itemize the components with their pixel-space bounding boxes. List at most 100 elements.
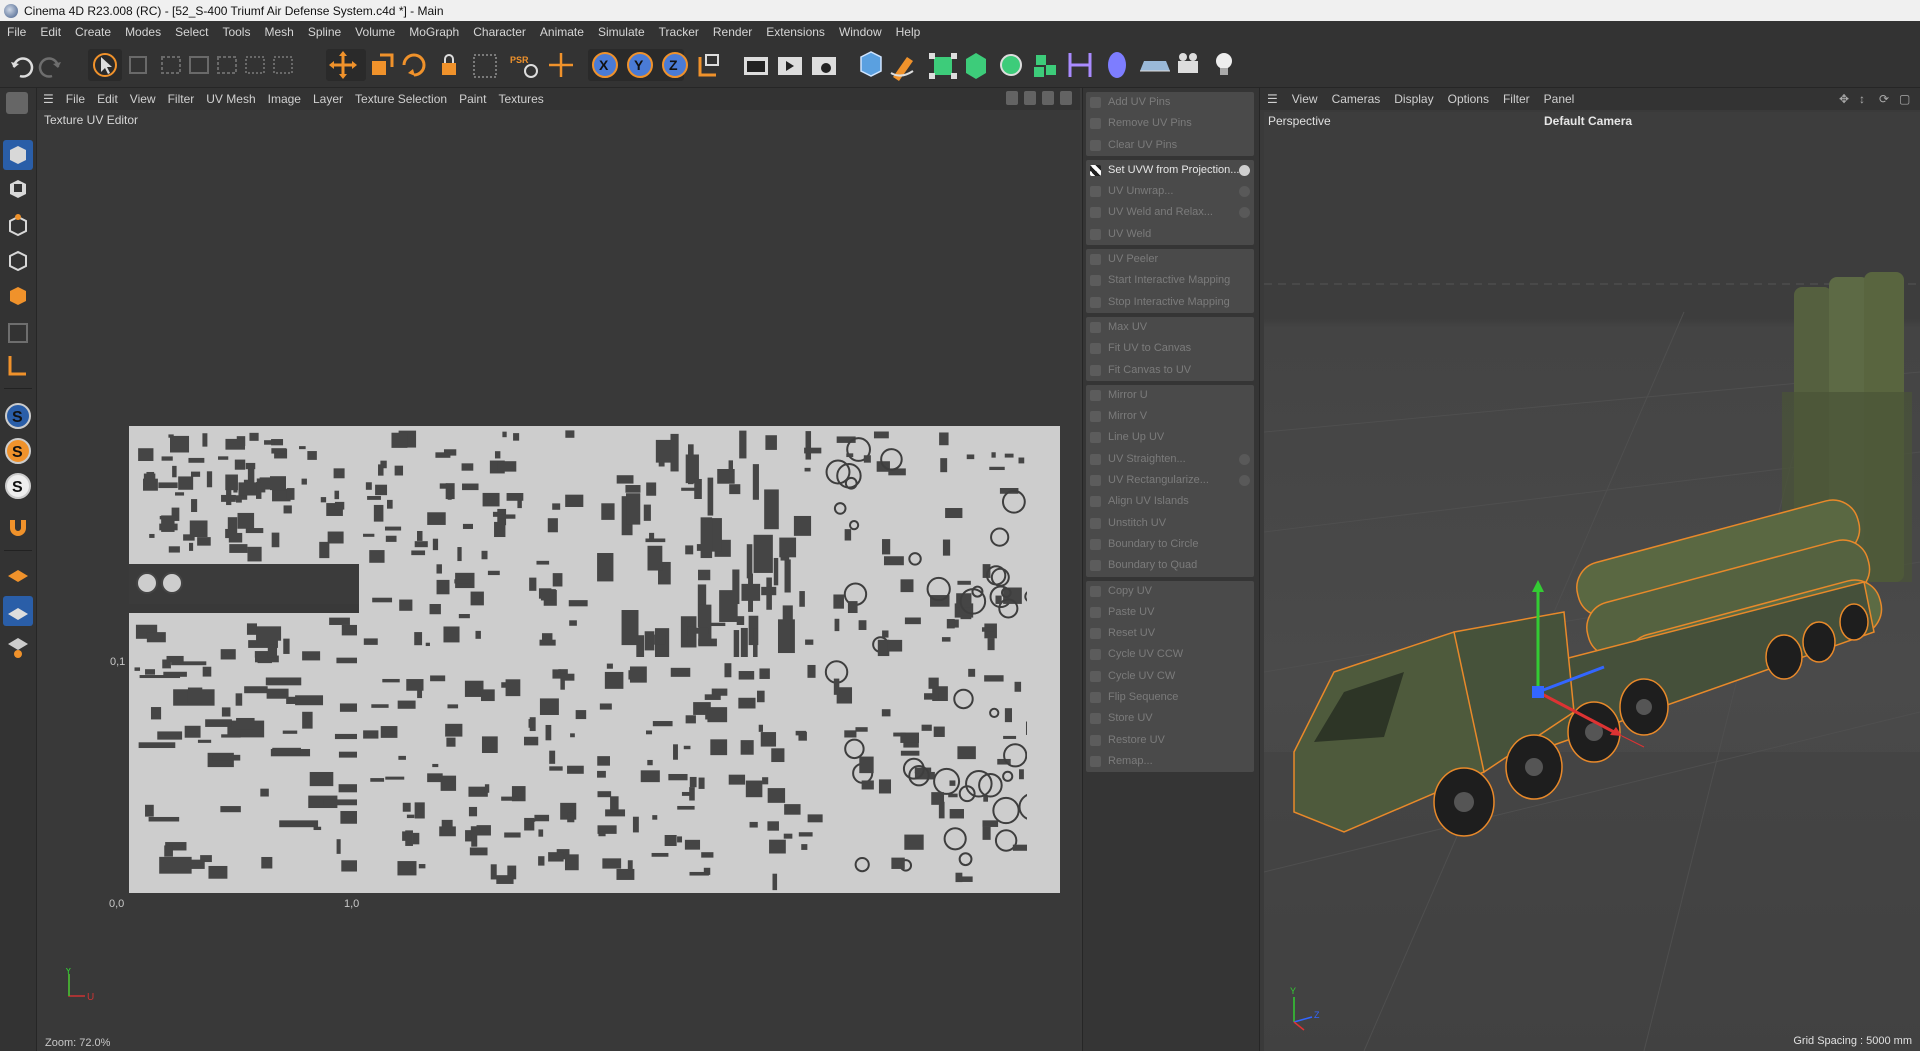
uv-command-uv-weld-and-relax[interactable]: UV Weld and Relax... — [1086, 202, 1254, 223]
lock-panel-icon[interactable] — [1024, 91, 1036, 105]
floor-icon[interactable] — [1140, 61, 1170, 72]
uv-command-flip-sequence[interactable]: Flip Sequence — [1086, 687, 1254, 708]
uv-menu-paint[interactable]: Paint — [453, 92, 492, 106]
snap-icon-2[interactable]: S — [5, 438, 31, 464]
uv-command-remap[interactable]: Remap... — [1086, 751, 1254, 772]
grid-icon-3[interactable] — [8, 638, 28, 658]
uv-command-fit-uv-to-canvas[interactable]: Fit UV to Canvas — [1086, 338, 1254, 359]
uv-command-uv-unwrap[interactable]: UV Unwrap... — [1086, 181, 1254, 202]
uv-command-clear-uv-pins[interactable]: Clear UV Pins — [1086, 135, 1254, 156]
model-mode-icon[interactable] — [3, 140, 33, 170]
pin-panel-icon[interactable] — [1060, 91, 1072, 105]
uv-command-uv-weld[interactable]: UV Weld — [1086, 224, 1254, 245]
viewport-menu-panel[interactable]: Panel — [1537, 92, 1582, 106]
x-axis-icon[interactable]: X — [592, 52, 618, 78]
uv-menu-textures[interactable]: Textures — [492, 92, 549, 106]
gear-icon[interactable] — [1239, 475, 1250, 487]
menu-mesh[interactable]: Mesh — [257, 21, 300, 43]
uv-command-uv-straighten[interactable]: UV Straighten... — [1086, 449, 1254, 470]
uv-command-copy-uv[interactable]: Copy UV — [1086, 581, 1254, 602]
uv-menu-layer[interactable]: Layer — [307, 92, 349, 106]
workplane-icon[interactable] — [8, 356, 26, 376]
viewport-menu-hamburger-icon[interactable]: ☰ — [1260, 92, 1285, 106]
rotate-icon[interactable] — [402, 53, 426, 77]
magnet-icon[interactable] — [10, 520, 26, 536]
menu-tools[interactable]: Tools — [215, 21, 257, 43]
uv-command-add-uv-pins[interactable]: Add UV Pins — [1086, 92, 1254, 113]
uv-mode-icon[interactable] — [8, 323, 28, 343]
menu-help[interactable]: Help — [889, 21, 928, 43]
uv-menu-hamburger-icon[interactable]: ☰ — [37, 92, 60, 106]
menu-mograph[interactable]: MoGraph — [402, 21, 466, 43]
cube-outline-icon[interactable] — [129, 56, 147, 74]
snap-icon-1[interactable]: S — [5, 403, 31, 429]
menu-window[interactable]: Window — [832, 21, 889, 43]
uv-menu-file[interactable]: File — [60, 92, 91, 106]
spline-blob-icon[interactable] — [1108, 52, 1126, 78]
uv-menu-filter[interactable]: Filter — [162, 92, 201, 106]
pen-icon[interactable] — [890, 57, 914, 81]
coordinate-icon[interactable] — [698, 54, 719, 77]
uv-command-stop-interactive-mapping[interactable]: Stop Interactive Mapping — [1086, 292, 1254, 313]
mograph-cloner-icon[interactable] — [1000, 54, 1022, 76]
uv-command-start-interactive-mapping[interactable]: Start Interactive Mapping — [1086, 270, 1254, 291]
menu-spline[interactable]: Spline — [301, 21, 348, 43]
uv-command-paste-uv[interactable]: Paste UV — [1086, 602, 1254, 623]
menu-tracker[interactable]: Tracker — [652, 21, 706, 43]
menu-file[interactable]: File — [0, 21, 33, 43]
render-settings-icon[interactable] — [812, 57, 836, 75]
generator-icon[interactable] — [929, 53, 957, 79]
uv-command-uv-peeler[interactable]: UV Peeler — [1086, 249, 1254, 270]
viewport-menu-view[interactable]: View — [1285, 92, 1325, 106]
cube-icon[interactable] — [860, 51, 882, 77]
gear-icon[interactable] — [1239, 207, 1250, 219]
histogram-icon[interactable] — [1006, 91, 1018, 105]
uv-command-store-uv[interactable]: Store UV — [1086, 708, 1254, 729]
menu-select[interactable]: Select — [168, 21, 215, 43]
move-panel-icon[interactable] — [1042, 91, 1054, 105]
camera-icon[interactable] — [1178, 53, 1198, 73]
menu-extensions[interactable]: Extensions — [759, 21, 832, 43]
render-picture-queue-icon[interactable] — [778, 57, 802, 75]
undo-icon[interactable] — [11, 57, 34, 78]
viewport-zoom-icon[interactable]: ↕ — [1859, 92, 1872, 106]
viewport-menu-options[interactable]: Options — [1441, 92, 1496, 106]
redo-icon[interactable] — [38, 57, 61, 78]
gear-icon[interactable] — [1239, 164, 1250, 176]
generic-tool-icon[interactable] — [473, 54, 497, 78]
uv-menu-edit[interactable]: Edit — [91, 92, 124, 106]
uv-command-uv-rectangularize[interactable]: UV Rectangularize... — [1086, 470, 1254, 491]
viewport-menu-cameras[interactable]: Cameras — [1325, 92, 1388, 106]
points-mode-icon[interactable] — [9, 214, 27, 237]
menu-animate[interactable]: Animate — [533, 21, 591, 43]
menu-simulate[interactable]: Simulate — [591, 21, 652, 43]
gear-icon[interactable] — [1239, 186, 1250, 198]
mograph-cubes-icon[interactable] — [1034, 55, 1056, 77]
uv-canvas[interactable]: 0,1 0,0 1,0 — [92, 338, 1060, 910]
gear-icon[interactable] — [1239, 453, 1250, 465]
viewport-rotate-icon[interactable]: ⟳ — [1879, 92, 1892, 106]
viewport-camera-name[interactable]: Default Camera — [1544, 114, 1632, 128]
perspective-viewport[interactable]: Y Z Perspective Default Camera Grid Spac… — [1264, 112, 1920, 1051]
menu-character[interactable]: Character — [466, 21, 533, 43]
uv-command-line-up-uv[interactable]: Line Up UV — [1086, 427, 1254, 448]
menu-create[interactable]: Create — [68, 21, 118, 43]
uv-command-max-uv[interactable]: Max UV — [1086, 317, 1254, 338]
make-editable-icon[interactable] — [6, 92, 28, 114]
uv-command-mirror-v[interactable]: Mirror V — [1086, 406, 1254, 427]
uv-command-set-uvw-from-projection[interactable]: Set UVW from Projection... — [1086, 160, 1254, 181]
menu-render[interactable]: Render — [706, 21, 759, 43]
uv-menu-uv-mesh[interactable]: UV Mesh — [200, 92, 261, 106]
rect-selection-icon[interactable] — [161, 56, 293, 74]
viewport-maximize-icon[interactable]: ▢ — [1899, 92, 1912, 106]
menu-edit[interactable]: Edit — [33, 21, 68, 43]
transform-icon[interactable] — [549, 53, 573, 77]
z-axis-icon[interactable]: Z — [662, 52, 688, 78]
snap-icon-3[interactable]: S — [5, 473, 31, 499]
psr-icon[interactable]: PSR — [510, 55, 538, 78]
uv-command-fit-canvas-to-uv[interactable]: Fit Canvas to UV — [1086, 360, 1254, 381]
uv-command-remove-uv-pins[interactable]: Remove UV Pins — [1086, 113, 1254, 134]
uv-command-mirror-u[interactable]: Mirror U — [1086, 385, 1254, 406]
texture-mode-icon[interactable] — [10, 180, 26, 198]
y-axis-icon[interactable]: Y — [627, 52, 653, 78]
